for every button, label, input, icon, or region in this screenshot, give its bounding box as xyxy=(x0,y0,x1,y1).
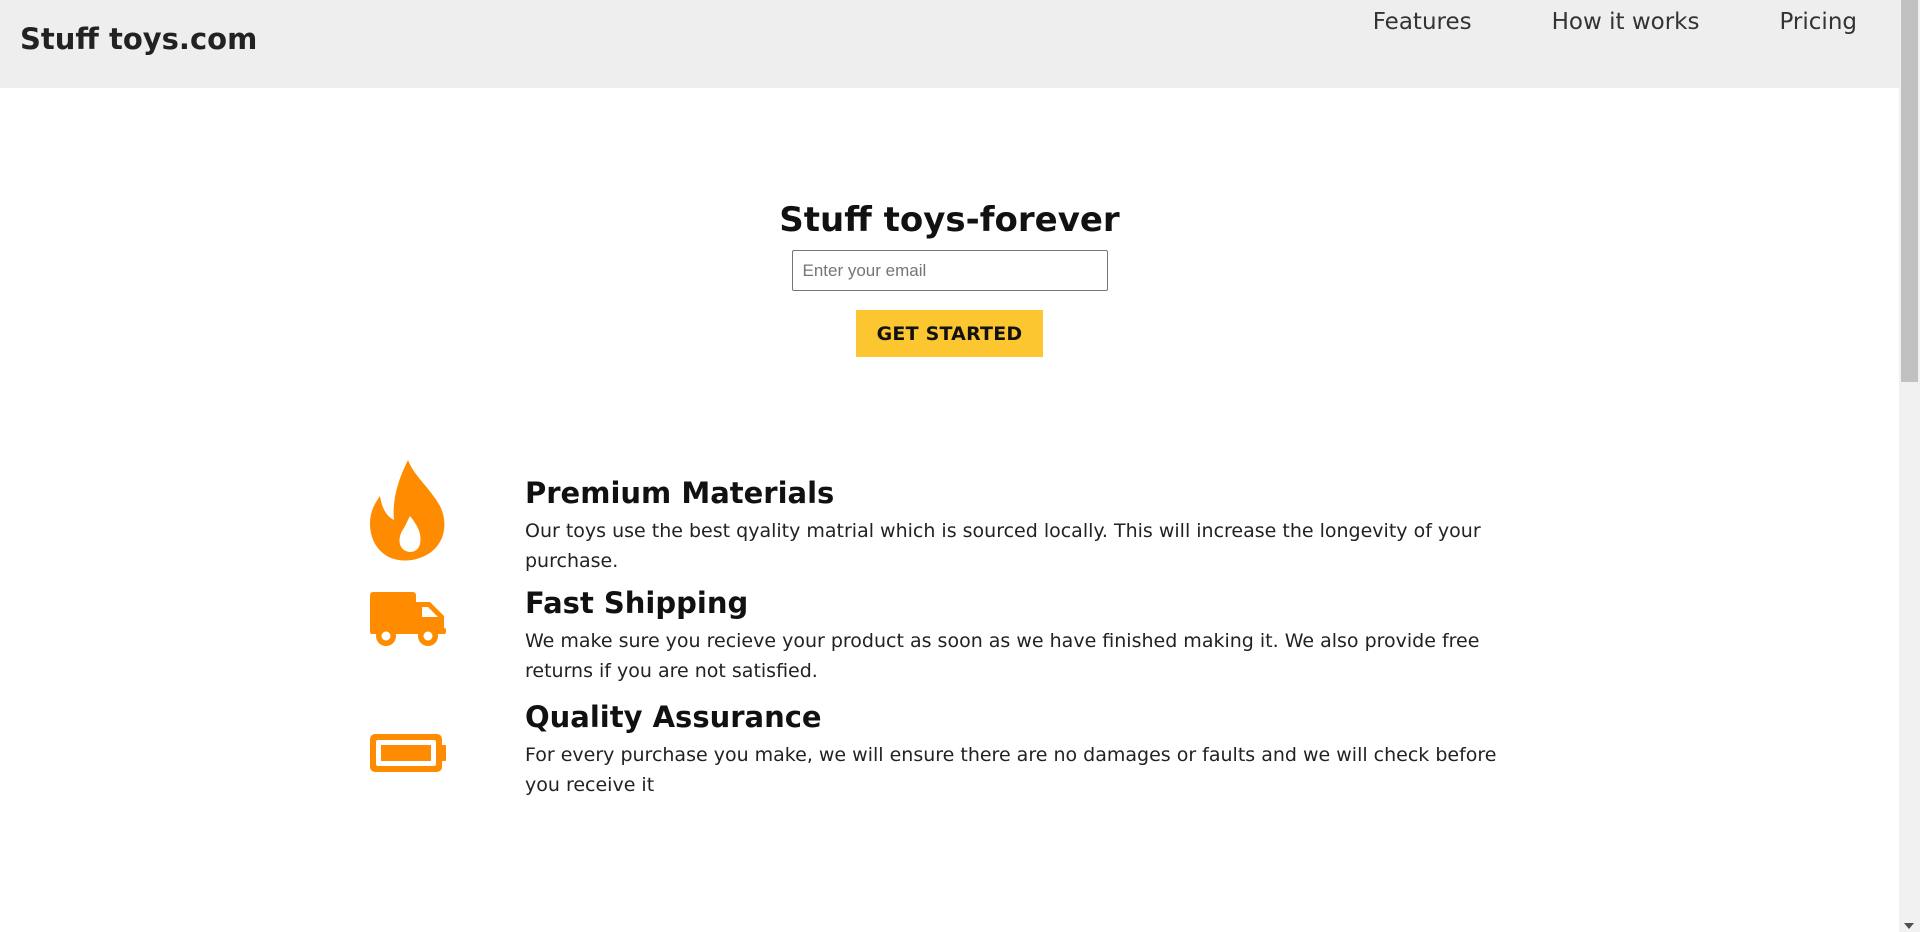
fire-icon xyxy=(368,458,448,562)
nav-link-pricing[interactable]: Pricing xyxy=(1699,8,1857,36)
scroll-down-arrow-icon[interactable] xyxy=(1904,923,1914,929)
nav-bar: Features How it works Pricing xyxy=(1373,8,1857,36)
feature-body: Premium Materials Our toys use the best … xyxy=(525,474,1505,576)
feature-body: Quality Assurance For every purchase you… xyxy=(525,698,1505,800)
truck-icon xyxy=(368,568,448,672)
feature-title: Quality Assurance xyxy=(525,700,822,734)
email-input[interactable] xyxy=(791,250,1108,291)
feature-description: For every purchase you make, we will ens… xyxy=(525,744,1497,796)
scrollbar-thumb[interactable] xyxy=(1901,0,1918,382)
feature-body: Fast Shipping We make sure you recieve y… xyxy=(525,584,1505,686)
feature-description: We make sure you recieve your product as… xyxy=(525,630,1480,682)
site-logo[interactable]: Stuff toys.com xyxy=(20,22,257,56)
vertical-scrollbar[interactable] xyxy=(1899,0,1920,932)
page: Stuff toys.com Features How it works Pri… xyxy=(0,0,1920,932)
hero-section: Stuff toys-forever GET STARTED xyxy=(0,196,1899,357)
get-started-button[interactable]: GET STARTED xyxy=(856,310,1043,357)
hero-title: Stuff toys-forever xyxy=(779,200,1120,240)
nav-link-how-it-works[interactable]: How it works xyxy=(1472,8,1700,36)
feature-title: Premium Materials xyxy=(525,476,835,510)
header: Stuff toys.com Features How it works Pri… xyxy=(0,0,1899,88)
battery-full-icon xyxy=(368,708,448,812)
feature-title: Fast Shipping xyxy=(525,586,749,620)
nav-link-features[interactable]: Features xyxy=(1373,8,1472,36)
feature-description: Our toys use the best qyality matrial wh… xyxy=(525,520,1481,572)
